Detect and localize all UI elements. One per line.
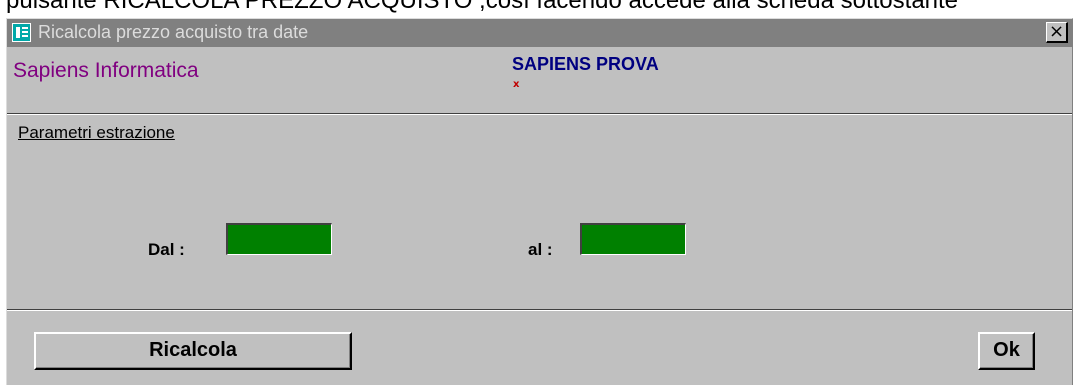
from-date-label: Dal : (148, 240, 185, 259)
recalculate-button[interactable]: Ricalcola (34, 332, 352, 370)
company-name: Sapiens Informatica (13, 59, 199, 82)
to-date-label: al : (528, 240, 553, 259)
ok-button-label: Ok (993, 339, 1020, 361)
from-date-field[interactable] (226, 223, 332, 255)
dialog-window: Ricalcola prezzo acquisto tra date × Sap… (6, 18, 1073, 385)
to-date-field[interactable] (580, 223, 686, 255)
page: pulsante RICALCOLA PREZZO ACQUISTO ,così… (0, 0, 1077, 385)
database-name: SAPIENS PROVA (512, 54, 659, 74)
footer-divider (7, 309, 1072, 311)
recalculate-button-label: Ricalcola (149, 339, 237, 361)
close-icon: × (1048, 21, 1065, 42)
form-window-icon (12, 23, 31, 42)
document-text: pulsante RICALCOLA PREZZO ACQUISTO ,così… (6, 0, 959, 14)
window-title: Ricalcola prezzo acquisto tra date (38, 22, 309, 42)
close-button[interactable]: × (1046, 22, 1068, 43)
database-marker: x (513, 79, 520, 90)
title-bar[interactable]: Ricalcola prezzo acquisto tra date × (7, 19, 1072, 47)
section-title: Parametri estrazione (18, 123, 175, 142)
ok-button[interactable]: Ok (978, 332, 1035, 370)
header-divider (7, 113, 1072, 115)
